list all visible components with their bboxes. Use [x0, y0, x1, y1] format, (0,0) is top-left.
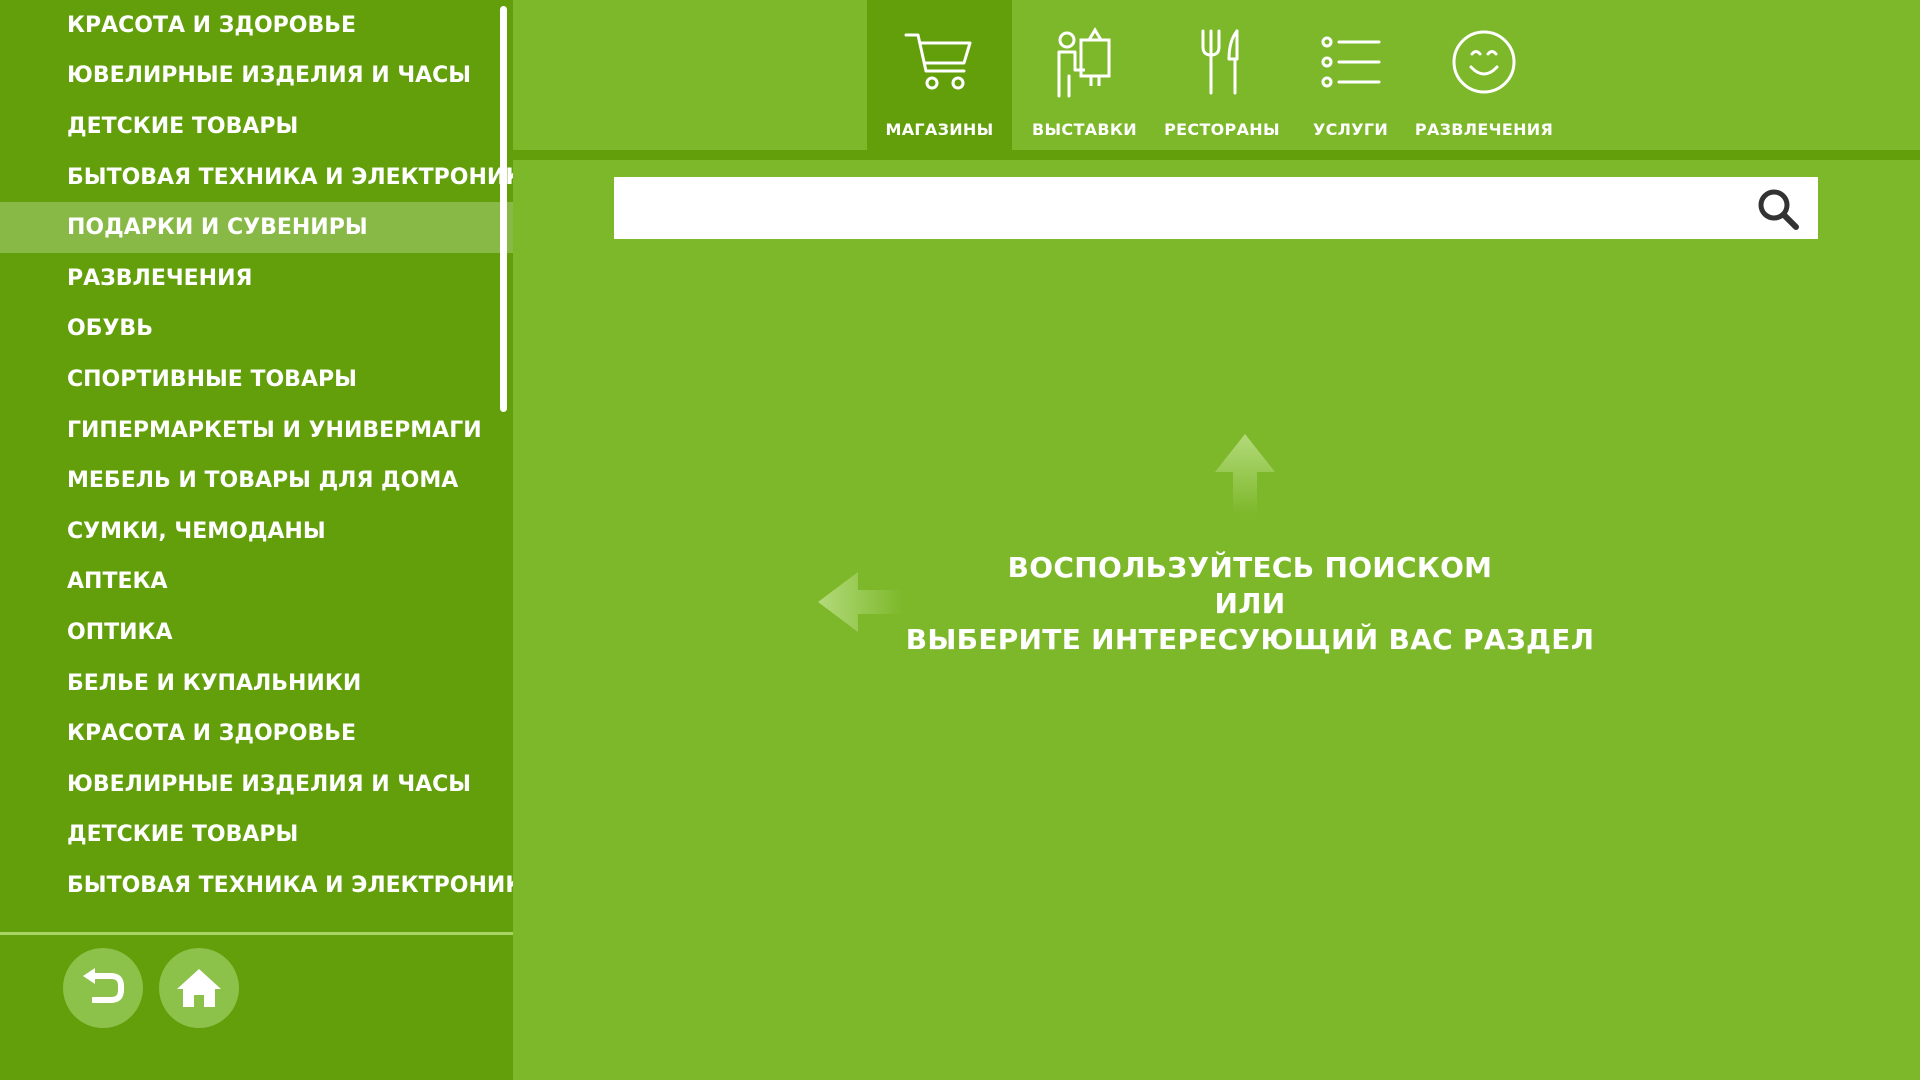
- tab-shops-label: МАГАЗИНЫ: [885, 120, 994, 139]
- tab-exhibitions[interactable]: ВЫСТАВКИ: [1012, 0, 1157, 150]
- sidebar-scrollbar[interactable]: [500, 6, 507, 412]
- tab-entertainment[interactable]: РАЗВЛЕЧЕНИЯ: [1414, 0, 1554, 150]
- hint-line-1: ВОСПОЛЬЗУЙТЕСЬ ПОИСКОМ: [1007, 551, 1493, 584]
- smiley-icon: [1444, 26, 1524, 98]
- tab-shops[interactable]: МАГАЗИНЫ: [867, 0, 1012, 150]
- category-item-entertainment[interactable]: РАЗВЛЕЧЕНИЯ: [0, 253, 513, 304]
- back-button[interactable]: [63, 948, 143, 1028]
- category-item-lingerie-swimwear[interactable]: БЕЛЬЕ И КУПАЛЬНИКИ: [0, 658, 513, 709]
- category-item-gifts-souvenirs[interactable]: ПОДАРКИ И СУВЕНИРЫ: [0, 202, 513, 253]
- sidebar: КРАСОТА И ЗДОРОВЬЕ ЮВЕЛИРНЫЕ ИЗДЕЛИЯ И Ч…: [0, 0, 513, 1080]
- category-list: КРАСОТА И ЗДОРОВЬЕ ЮВЕЛИРНЫЕ ИЗДЕЛИЯ И Ч…: [0, 0, 513, 930]
- list-icon: [1311, 26, 1391, 98]
- category-item-jewelry-watches-2[interactable]: ЮВЕЛИРНЫЕ ИЗДЕЛИЯ И ЧАСЫ: [0, 759, 513, 810]
- back-arrow-icon: [83, 968, 124, 1003]
- category-item-bags-luggage[interactable]: СУМКИ, ЧЕМОДАНЫ: [0, 506, 513, 557]
- category-item-sports-goods[interactable]: СПОРТИВНЫЕ ТОВАРЫ: [0, 354, 513, 405]
- exhibition-icon: [1044, 26, 1124, 98]
- category-item-optics[interactable]: ОПТИКА: [0, 607, 513, 658]
- top-navigation: МАГАЗИНЫ ВЫСТАВКИ РЕСТОРАНЫ УСЛУГИ РАЗВЛ…: [513, 0, 1920, 160]
- category-item-beauty-health[interactable]: КРАСОТА И ЗДОРОВЬЕ: [0, 0, 513, 51]
- tab-restaurants[interactable]: РЕСТОРАНЫ: [1157, 0, 1287, 150]
- category-item-kids-goods-2[interactable]: ДЕТСКИЕ ТОВАРЫ: [0, 810, 513, 861]
- category-item-furniture-home[interactable]: МЕБЕЛЬ И ТОВАРЫ ДЛЯ ДОМА: [0, 455, 513, 506]
- tab-services[interactable]: УСЛУГИ: [1287, 0, 1414, 150]
- category-item-hypermarkets[interactable]: ГИПЕРМАРКЕТЫ И УНИВЕРМАГИ: [0, 405, 513, 456]
- search-input[interactable]: [614, 177, 1744, 239]
- category-item-pharmacy[interactable]: АПТЕКА: [0, 557, 513, 608]
- category-item-beauty-health-2[interactable]: КРАСОТА И ЗДОРОВЬЕ: [0, 708, 513, 759]
- category-item-shoes[interactable]: ОБУВЬ: [0, 304, 513, 355]
- home-icon: [177, 969, 221, 1007]
- tab-entertainment-label: РАЗВЛЕЧЕНИЯ: [1414, 120, 1554, 139]
- tab-exhibitions-label: ВЫСТАВКИ: [1032, 120, 1137, 139]
- home-button[interactable]: [159, 948, 239, 1028]
- search-icon[interactable]: [1756, 187, 1800, 231]
- arrow-up-icon: [1215, 434, 1275, 514]
- hint-line-2: ИЛИ: [1214, 587, 1286, 620]
- cart-icon: [899, 26, 979, 98]
- hint-line-3: ВЫБЕРИТЕ ИНТЕРЕСУЮЩИЙ ВАС РАЗДЕЛ: [905, 623, 1595, 656]
- fork-knife-icon: [1182, 26, 1262, 98]
- category-item-appliances-electronics[interactable]: БЫТОВАЯ ТЕХНИКА И ЭЛЕКТРОНИКА: [0, 152, 513, 203]
- tab-restaurants-label: РЕСТОРАНЫ: [1164, 120, 1280, 139]
- sidebar-divider: [0, 932, 513, 935]
- category-item-kids-goods[interactable]: ДЕТСКИЕ ТОВАРЫ: [0, 101, 513, 152]
- tab-services-label: УСЛУГИ: [1312, 120, 1389, 139]
- search-hint-text: ВОСПОЛЬЗУЙТЕСЬ ПОИСКОМ ИЛИ ВЫБЕРИТЕ ИНТЕ…: [760, 550, 1740, 658]
- category-item-jewelry-watches[interactable]: ЮВЕЛИРНЫЕ ИЗДЕЛИЯ И ЧАСЫ: [0, 51, 513, 102]
- search-box: [614, 177, 1818, 239]
- category-item-appliances-electronics-2[interactable]: БЫТОВАЯ ТЕХНИКА И ЭЛЕКТРОНИКА: [0, 860, 513, 911]
- topnav-underline: [513, 150, 1920, 160]
